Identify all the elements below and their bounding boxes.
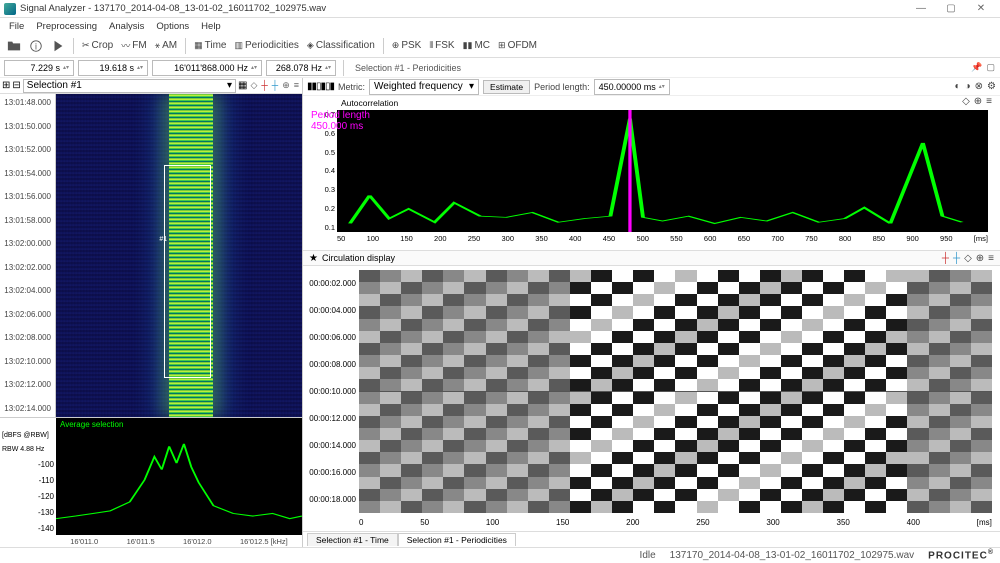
ac-center-icon[interactable]: ◇: [962, 96, 970, 107]
metric-combo[interactable]: Weighted frequency▾: [369, 79, 479, 95]
circulation-xaxis: 050 100150 200250 300350 400[ms]: [303, 513, 1000, 531]
autocorr-toolbar: ▮▮▯▮▯▮ Metric: Weighted frequency▾ Estim…: [303, 78, 1000, 96]
spectrum-xaxis: 16'011.0 16'011.5 16'012.0 16'012.5 [kHz…: [56, 535, 302, 547]
status-idle: Idle: [640, 550, 656, 561]
estimate-button[interactable]: Estimate: [483, 80, 530, 94]
circ-red-icon[interactable]: ┼: [942, 253, 949, 264]
zoom-icon[interactable]: ⊕: [281, 80, 291, 91]
circulation-header: ★ Circulation display ┼ ┼ ◇ ⊕ ≡: [303, 250, 1000, 266]
close-button[interactable]: ✕: [966, 1, 996, 17]
window-title: Signal Analyzer - 137170_2014-04-08_13-0…: [20, 3, 906, 14]
titlebar: Signal Analyzer - 137170_2014-04-08_13-0…: [0, 0, 1000, 18]
remove-selection-icon[interactable]: ⊟: [12, 80, 20, 91]
spectrum-plot[interactable]: [dBFS @RBW] RBW 4.88 Hz -100 -110 -120 -…: [0, 417, 302, 547]
value-bar: 7.229 s 19.618 s 16'011'868.000 Hz 268.0…: [0, 58, 1000, 78]
selection-row: ⊞ ⊟ Selection #1▾ ▦ ◇ ┼ ┼ ⊕ ≡: [0, 78, 302, 94]
menu-options[interactable]: Options: [151, 21, 194, 32]
settings-icon[interactable]: ⚙: [987, 81, 996, 92]
tab-periodicities[interactable]: Selection #1 - Periodicities: [398, 533, 516, 546]
ofdm-button[interactable]: ⊞ OFDM: [495, 36, 540, 56]
selection-combo[interactable]: Selection #1▾: [23, 79, 236, 93]
eye-right-icon[interactable]: ◑: [965, 81, 971, 92]
toolbar: i ✂ Crop 〰 FM ⚹ AM ▦ Time ▥ Periodicitie…: [0, 34, 1000, 58]
circ-zoom-icon[interactable]: ⊕: [976, 253, 984, 264]
app-icon: [4, 3, 16, 15]
spectrogram-marker-label: #1: [159, 236, 167, 243]
red-marker-icon[interactable]: ┼: [260, 80, 268, 91]
autocorr-plot[interactable]: Autocorrelation ◇ ⊕ ≡ 0.70.6 0.50.4 0.30…: [311, 98, 992, 248]
period-label: Period length:: [534, 82, 590, 92]
ac-menu-icon[interactable]: ≡: [986, 96, 992, 107]
classification-button[interactable]: ◈ Classification: [304, 36, 378, 56]
periodicities-button[interactable]: ▥ Periodicities: [231, 36, 301, 56]
tabs-row: Selection #1 - Time Selection #1 - Perio…: [303, 531, 1000, 547]
autocorr-title: Autocorrelation: [341, 98, 398, 108]
right-pane: ▮▮▯▮▯▮ Metric: Weighted frequency▾ Estim…: [303, 78, 1000, 547]
info-button[interactable]: i: [26, 36, 46, 56]
circ-center-icon[interactable]: ◇: [964, 253, 972, 264]
frequency-field[interactable]: 16'011'868.000 Hz: [152, 60, 262, 76]
main-area: ⊞ ⊟ Selection #1▾ ▦ ◇ ┼ ┼ ⊕ ≡ 13:01:48.0…: [0, 78, 1000, 547]
circulation-yaxis: 00:00:02.00000:00:04.000 00:00:06.00000:…: [307, 270, 359, 513]
spectrogram-time-axis: 13:01:48.00013:01:50.00013:01:52.000 13:…: [0, 94, 56, 417]
circulation-area[interactable]: 00:00:02.00000:00:04.000 00:00:06.00000:…: [303, 266, 1000, 513]
autocorr-canvas[interactable]: [337, 110, 988, 232]
crop-button[interactable]: ✂ Crop: [79, 36, 116, 56]
fm-button[interactable]: 〰 FM: [118, 36, 149, 56]
circulation-title: Circulation display: [322, 253, 395, 263]
fsk-button[interactable]: ⫴ FSK: [426, 36, 457, 56]
selection-header: Selection #1 - Periodicities: [351, 61, 966, 75]
autocorr-marker: Period length 450.000 ms: [311, 110, 370, 132]
window-icon[interactable]: ▢: [985, 62, 996, 73]
menu-analysis[interactable]: Analysis: [104, 21, 149, 32]
menu-icon[interactable]: ≡: [293, 80, 300, 91]
maximize-button[interactable]: ▢: [936, 1, 966, 17]
autocorr-xaxis: 50100 150200 250300 350400 450500 550600…: [337, 234, 988, 248]
play-button[interactable]: [48, 36, 68, 56]
circulation-canvas[interactable]: [359, 270, 992, 513]
menubar: File Preprocessing Analysis Options Help: [0, 18, 1000, 34]
grid-icon[interactable]: ▦: [238, 80, 247, 91]
star-icon[interactable]: ★: [309, 253, 318, 264]
metric-label: Metric:: [338, 82, 365, 92]
spectrogram-canvas[interactable]: #1: [56, 94, 302, 417]
tab-time[interactable]: Selection #1 - Time: [307, 533, 398, 546]
am-button[interactable]: ⚹ AM: [152, 36, 180, 56]
add-selection-icon[interactable]: ⊞: [2, 80, 10, 91]
ac-zoom-icon[interactable]: ⊕: [974, 96, 982, 107]
bandwidth-field[interactable]: 268.078 Hz: [266, 60, 336, 76]
center-icon[interactable]: ◇: [249, 80, 258, 91]
time-button[interactable]: ▦ Time: [191, 36, 229, 56]
circ-menu-icon[interactable]: ≡: [988, 253, 994, 264]
blue-marker-icon[interactable]: ┼: [271, 80, 279, 91]
mc-button[interactable]: ▮▮ MC: [460, 36, 493, 56]
time-start-field[interactable]: 7.229 s: [4, 60, 74, 76]
spectrum-yaxis: [dBFS @RBW] RBW 4.88 Hz -100 -110 -120 -…: [0, 418, 56, 547]
menu-preprocessing[interactable]: Preprocessing: [31, 21, 102, 32]
svg-text:i: i: [35, 41, 37, 51]
time-length-field[interactable]: 19.618 s: [78, 60, 148, 76]
minimize-button[interactable]: —: [906, 1, 936, 17]
period-field[interactable]: 450.00000 ms: [594, 79, 670, 95]
pin-icon[interactable]: 📌: [970, 62, 983, 73]
psk-button[interactable]: ⊕ PSK: [389, 36, 425, 56]
open-button[interactable]: [4, 36, 24, 56]
left-pane: ⊞ ⊟ Selection #1▾ ▦ ◇ ┼ ┼ ⊕ ≡ 13:01:48.0…: [0, 78, 303, 547]
circ-blue-icon[interactable]: ┼: [953, 253, 960, 264]
eye-left-icon[interactable]: ◐: [955, 81, 961, 92]
cross-icon[interactable]: ⊗: [975, 81, 983, 92]
spectrum-canvas[interactable]: Average selection 16'011.0 16'011.5 16'0…: [56, 418, 302, 547]
menu-help[interactable]: Help: [196, 21, 226, 32]
statusbar: Idle 137170_2014-04-08_13-01-02_16011702…: [0, 547, 1000, 563]
spectrogram[interactable]: 13:01:48.00013:01:50.00013:01:52.000 13:…: [0, 94, 302, 417]
brand-label: PROCITEC®: [928, 549, 994, 562]
menu-file[interactable]: File: [4, 21, 29, 32]
barcode-icon[interactable]: ▮▮▯▮▯▮: [307, 81, 334, 92]
status-file: 137170_2014-04-08_13-01-02_16011702_1029…: [670, 550, 914, 561]
